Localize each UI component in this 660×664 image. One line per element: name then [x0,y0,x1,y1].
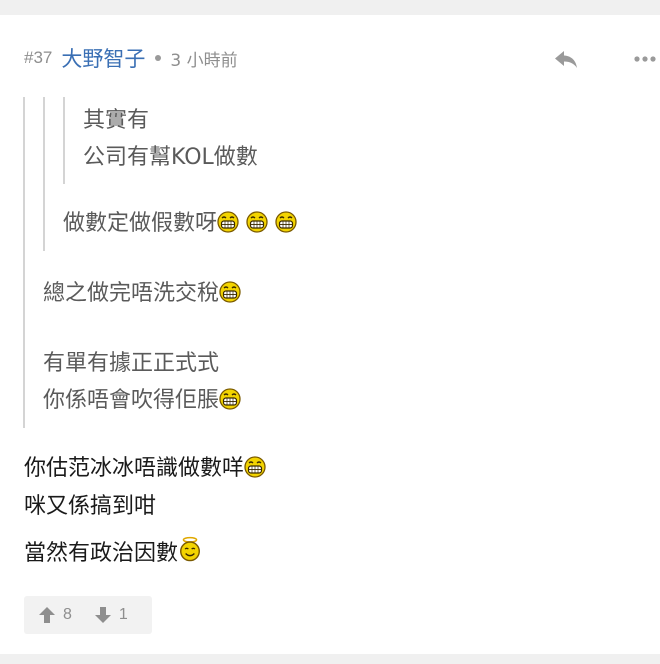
reply-arrow-icon [555,51,577,68]
post-timestamp: 3 小時前 [170,50,238,71]
reply-button[interactable] [551,44,581,74]
quote-line-text: 做數定做假數呀 [63,211,218,236]
downvote-count: 1 [118,606,128,623]
quote-line: 做數定做假數呀 [63,211,297,236]
post-body-text: 當然有政治因數 [24,541,179,566]
quote-line: 你係唔會吹得佢脹 [43,388,241,413]
grin-emoji-icon [275,211,297,233]
top-divider [0,0,660,15]
bottom-divider [0,654,660,664]
post-body-line: 咪又係搞到咁 [24,494,157,519]
upvote-button[interactable]: 8 [38,606,72,624]
post-body-line: 你估范冰冰唔識做數咩 [24,456,266,481]
thumbs-down-arrow-icon [94,607,111,623]
quote-line: 其實有 [83,108,150,133]
quote-line: 有單有據正正式式 [43,351,220,376]
post-number: #37 [24,48,53,67]
more-options-button[interactable] [630,44,660,74]
grin-emoji-icon [244,456,266,478]
grin-emoji-icon [217,211,239,233]
quote-line: 總之做完唔洗交稅 [43,281,241,306]
post-body-line: 當然有政治因數 [24,536,202,568]
quote-line-text: 你係唔會吹得佢脹 [43,388,220,413]
more-dots-icon [634,56,656,62]
post-card: #37 大野智子 3 小時前 其實有 公司有幫KOL做數 做數定做假數呀 總之做… [0,0,660,664]
grin-emoji-icon [219,388,241,410]
vote-bar: 8 1 [24,596,152,634]
quote-line: 公司有幫KOL做數 [83,145,258,170]
separator-dot [155,55,162,61]
grin-emoji-icon [246,211,268,233]
quote-bar-level-2 [43,97,45,251]
quote-bar-level-3 [63,97,65,184]
angel-emoji-icon [179,536,201,562]
upvote-count: 8 [63,606,72,623]
post-body-text: 你估范冰冰唔識做數咩 [24,456,245,481]
thumbs-up-arrow-icon [39,607,55,623]
quote-bar-level-1 [23,97,25,428]
grin-emoji-icon [219,281,241,303]
username-link[interactable]: 大野智子 [61,43,145,73]
downvote-button[interactable]: 1 [94,606,128,624]
post-header: #37 大野智子 3 小時前 [24,40,656,76]
quote-line-text: 總之做完唔洗交稅 [43,281,220,306]
